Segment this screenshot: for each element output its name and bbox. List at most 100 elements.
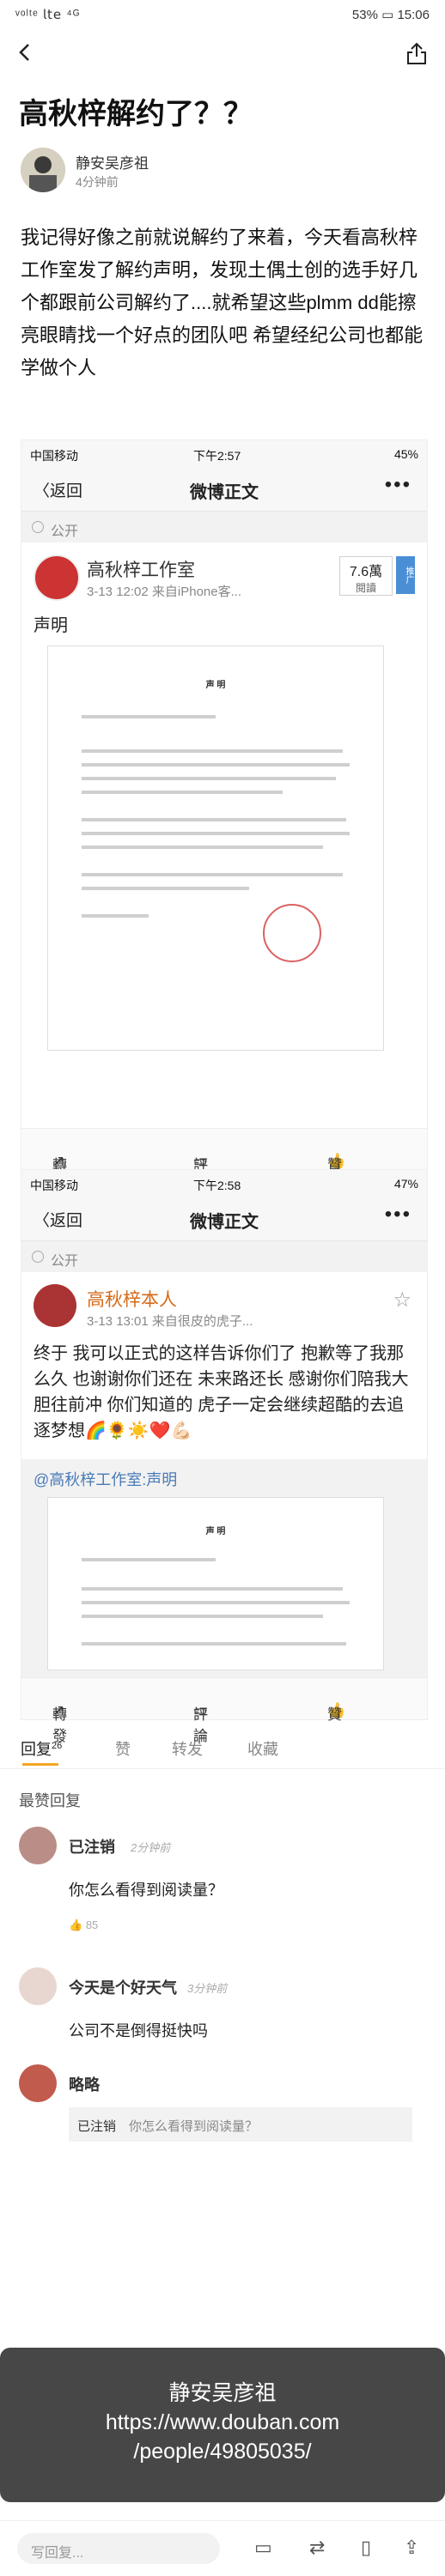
statement-image: 声 明 xyxy=(47,1497,384,1670)
status-bar: ᵛᵒˡᵗᵉ 𝗅𝗍𝖾 ⁴ᴳ 53% ▭ 15:06 xyxy=(0,0,445,29)
reply-input[interactable]: 写回复... xyxy=(17,2533,220,2564)
action-bar: ↗ 轉發 ▭ 評論 👍 贊 xyxy=(21,1128,427,1195)
reply-count: 26 xyxy=(52,1741,63,1751)
back-icon[interactable] xyxy=(15,43,34,62)
visibility-row: 公开 xyxy=(21,1241,427,1272)
text-line xyxy=(82,715,216,718)
commenter-avatar[interactable] xyxy=(19,2064,57,2102)
text-line xyxy=(82,791,283,794)
visibility-label: 公开 xyxy=(51,524,79,539)
carrier: 中国移动 xyxy=(30,449,78,463)
reply-quote-text: 你怎么看得到阅读量？ xyxy=(129,2119,259,2134)
phone-nav-bar: 〈返回 微博正文 ••• xyxy=(21,1196,427,1241)
text-line xyxy=(82,1587,344,1591)
section-title: 最赞回复 xyxy=(19,1792,81,1809)
like-label: 贊 xyxy=(327,1706,342,1723)
like-icon: 👍 xyxy=(69,1918,83,1931)
star-icon[interactable]: ☆ xyxy=(393,1288,411,1312)
read-count-box: 7.6萬 閱讀 xyxy=(339,556,393,596)
read-count: 7.6萬 xyxy=(349,565,383,579)
text-line xyxy=(82,763,350,767)
statement-title: 声 明 xyxy=(205,681,226,690)
nav-title: 微博正文 xyxy=(190,1213,259,1232)
comment-item xyxy=(19,1827,57,1864)
text-line xyxy=(82,777,337,780)
post-meta: 3-13 13:01 来自很皮的虎子... xyxy=(87,1314,253,1329)
comment-text: 你怎么看得到阅读量？ xyxy=(69,1882,223,1899)
embedded-screenshot-2: 中国移动 下午2:58 47% 〈返回 微博正文 ••• 公开 高秋梓本人 3-… xyxy=(21,1169,428,1744)
watermark-author: 静安吴彦祖 xyxy=(168,2381,277,2405)
weibo-card: 高秋梓本人 3-13 13:01 来自很皮的虎子... ☆ 终于 我可以正式的这… xyxy=(21,1272,427,1744)
commenter-name[interactable]: 今天是个好天气 xyxy=(69,1976,177,1998)
text-line xyxy=(82,914,149,918)
account-avatar xyxy=(34,1284,76,1327)
tab-collect[interactable]: 收藏 xyxy=(247,1737,278,1760)
commenter-name[interactable]: 略略 xyxy=(69,2073,100,2095)
active-tab-indicator xyxy=(22,1763,58,1766)
tab-like[interactable]: 赞 xyxy=(115,1737,131,1760)
text-line xyxy=(82,818,347,821)
phone-battery: 47% xyxy=(393,1177,418,1191)
visibility-label: 公开 xyxy=(51,1254,79,1269)
comment-time: 2分钟前 xyxy=(131,1841,171,1854)
watermark-overlay: 静安吴彦祖 https://www.douban.com /people/498… xyxy=(0,2348,445,2502)
weibo-card: 高秋梓工作室 3-13 12:02 来自iPhone客... 7.6萬 閱讀 推… xyxy=(21,542,427,1195)
phone-clock: 下午2:57 xyxy=(193,449,241,463)
comment-text: 公司不是倒得挺快吗 xyxy=(69,2022,208,2040)
carrier: 中国移动 xyxy=(30,1179,78,1192)
commenter-name[interactable]: 已注销 xyxy=(69,1835,115,1858)
signal-indicators: ᵛᵒˡᵗᵉ 𝗅𝗍𝖾 ⁴ᴳ xyxy=(15,8,81,22)
phone-battery: 45% xyxy=(393,447,418,461)
phone-status-bar: 中国移动 下午2:57 45% xyxy=(21,440,427,466)
commenter-avatar[interactable] xyxy=(19,1967,57,2005)
post-text: 终于 我可以正式的这样告诉你们了 抱歉等了我那么久 也谢谢你们还在 未来路还长 … xyxy=(34,1344,409,1440)
post-meta: 3-13 12:02 来自iPhone客... xyxy=(87,585,242,599)
visibility-row: 公开 xyxy=(21,512,427,542)
quoted-post: @高秋梓工作室:声明 声 明 ↗ 轉發 ▭ 評論 👍 贊 xyxy=(21,1459,427,1744)
watermark-url-1: https://www.douban.com xyxy=(105,2410,340,2434)
more-icon: ••• xyxy=(384,1203,411,1226)
post-time: 4分钟前 xyxy=(76,175,119,189)
tab-reply-label: 回复 xyxy=(21,1741,52,1758)
reply-quote-name[interactable]: 已注销 xyxy=(77,2117,116,2135)
commenter-avatar[interactable] xyxy=(19,1827,57,1864)
read-count-label: 閱讀 xyxy=(355,582,376,594)
quoted-post-text[interactable]: @高秋梓工作室:声明 xyxy=(34,1468,177,1490)
author-name[interactable]: 静安吴彦祖 xyxy=(76,151,149,173)
tab-repost[interactable]: 转发 xyxy=(172,1737,203,1760)
account-avatar xyxy=(34,555,80,601)
reply-tabs: 回复26 赞 转发 收藏 xyxy=(0,1725,445,1769)
battery-level: 53% xyxy=(351,8,378,22)
nav-title: 微博正文 xyxy=(190,483,259,502)
repost-icon[interactable]: ⇄ xyxy=(309,2537,325,2559)
bookmark-icon[interactable]: ▯ xyxy=(361,2537,371,2559)
phone-nav-bar: 〈返回 微博正文 ••• xyxy=(21,466,427,512)
text-line xyxy=(82,1558,216,1561)
author-avatar[interactable] xyxy=(21,148,65,192)
phone-clock: 下午2:58 xyxy=(193,1179,241,1192)
text-line xyxy=(82,1642,347,1646)
comment-item xyxy=(19,2064,57,2102)
reply-input-placeholder: 写回复... xyxy=(31,2546,84,2561)
tab-reply[interactable]: 回复26 xyxy=(21,1737,62,1760)
promo-tag: 推广 xyxy=(396,556,415,594)
text-line xyxy=(82,887,249,890)
comment-item xyxy=(19,1967,57,2005)
post-text: 声明 xyxy=(34,616,68,635)
globe-icon xyxy=(32,1251,44,1263)
post-title: 高秋梓解约了？？ xyxy=(19,98,253,130)
post-body: 我记得好像之前就说解约了来着，今天看高秋梓工作室发了解约声明，发现土偶土创的选手… xyxy=(21,227,424,379)
share-icon[interactable]: ⇪ xyxy=(404,2537,419,2559)
more-icon: ••• xyxy=(384,473,411,496)
watermark-url-2: /people/49805035/ xyxy=(133,2440,312,2464)
account-name: 高秋梓工作室 xyxy=(87,561,195,580)
comment-icon[interactable]: ▭ xyxy=(254,2537,272,2559)
comment-time: 3分钟前 xyxy=(187,1982,228,1995)
share-icon[interactable] xyxy=(405,41,428,65)
reply-quote: 已注销 你怎么看得到阅读量？ xyxy=(69,2107,412,2142)
comment-likes: 85 xyxy=(85,1918,99,1931)
company-seal xyxy=(263,904,321,962)
text-line xyxy=(82,832,350,835)
action-bar: ↗ 轉發 ▭ 評論 👍 贊 xyxy=(21,1677,427,1744)
text-line xyxy=(82,873,344,876)
